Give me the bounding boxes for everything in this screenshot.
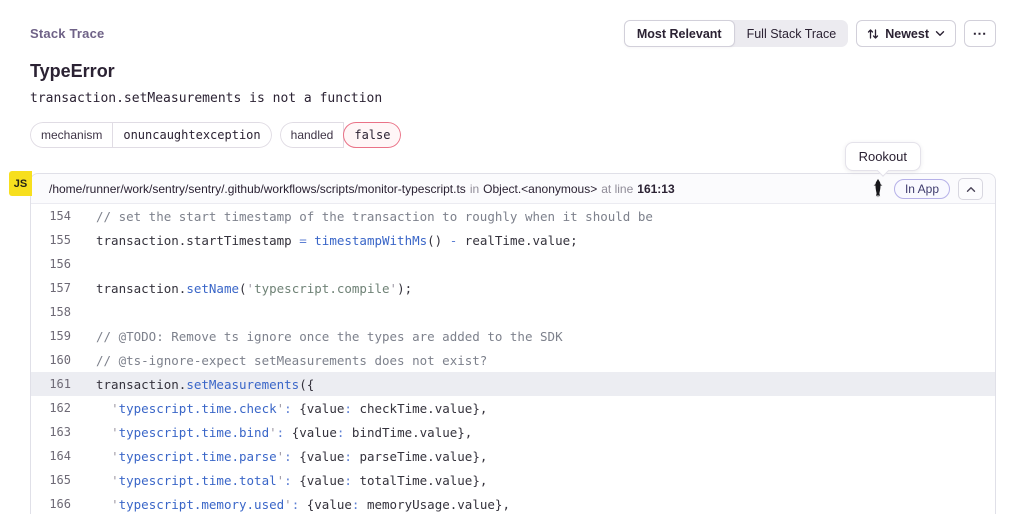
- code-line-active: 161transaction.setMeasurements({: [31, 372, 995, 396]
- sort-newest-button[interactable]: Newest: [856, 20, 956, 47]
- stack-trace-controls: Most Relevant Full Stack Trace Newest: [624, 20, 996, 47]
- code-line: 157transaction.setName('typescript.compi…: [31, 276, 995, 300]
- in-label: in: [470, 182, 479, 196]
- frame-file-path: /home/runner/work/sentry/sentry/.github/…: [49, 182, 466, 196]
- frame-context: Object.<anonymous>: [483, 182, 597, 196]
- more-options-button[interactable]: ⋯: [964, 20, 996, 47]
- tag-value: onuncaughtexception: [113, 122, 271, 148]
- sort-arrows-icon: [867, 28, 879, 40]
- section-title: Stack Trace: [30, 26, 104, 41]
- sort-button-label: Newest: [885, 27, 929, 41]
- code-line: 158: [31, 300, 995, 324]
- section-header: Stack Trace Most Relevant Full Stack Tra…: [30, 0, 996, 47]
- code-text: 'typescript.time.bind': {value: bindTime…: [71, 425, 472, 440]
- code-line: 166 'typescript.memory.used': {value: me…: [31, 492, 995, 514]
- code-text: transaction.setMeasurements({: [71, 377, 314, 392]
- line-number: 160: [31, 353, 71, 367]
- code-line: 159// @TODO: Remove ts ignore once the t…: [31, 324, 995, 348]
- line-number: 162: [31, 401, 71, 415]
- code-line: 154// set the start timestamp of the tra…: [31, 204, 995, 228]
- code-text: 'typescript.time.check': {value: checkTi…: [71, 401, 487, 416]
- line-number: 163: [31, 425, 71, 439]
- frame-line-col: 161:13: [637, 182, 674, 196]
- line-number: 164: [31, 449, 71, 463]
- line-number: 161: [31, 377, 71, 391]
- code-lines: 154// set the start timestamp of the tra…: [31, 204, 995, 514]
- code-line: 162 'typescript.time.check': {value: che…: [31, 396, 995, 420]
- at-line-label: at line: [601, 182, 633, 196]
- code-text: // @ts-ignore-expect setMeasurements doe…: [71, 353, 487, 368]
- code-line: 165 'typescript.time.total': {value: tot…: [31, 468, 995, 492]
- line-number: 158: [31, 305, 71, 319]
- line-number: 165: [31, 473, 71, 487]
- line-number: 155: [31, 233, 71, 247]
- code-text: 'typescript.time.parse': {value: parseTi…: [71, 449, 487, 464]
- line-number: 154: [31, 209, 71, 223]
- tag-mechanism[interactable]: mechanism onuncaughtexception: [30, 122, 272, 148]
- in-app-badge: In App: [894, 179, 950, 199]
- rookout-tooltip: Rookout: [845, 142, 921, 171]
- most-relevant-tab[interactable]: Most Relevant: [624, 20, 735, 47]
- chevron-up-icon: [966, 182, 976, 196]
- code-line: 160// @ts-ignore-expect setMeasurements …: [31, 348, 995, 372]
- chevron-down-icon: [935, 30, 945, 37]
- tag-handled[interactable]: handled false: [280, 122, 402, 148]
- tag-value-error: false: [343, 122, 401, 148]
- code-line: 163 'typescript.time.bind': {value: bind…: [31, 420, 995, 444]
- code-text: // set the start timestamp of the transa…: [71, 209, 653, 224]
- full-stack-trace-tab[interactable]: Full Stack Trace: [735, 20, 849, 47]
- code-text: 'typescript.memory.used': {value: memory…: [71, 497, 510, 512]
- code-text: transaction.setName('typescript.compile'…: [71, 281, 412, 296]
- ellipsis-icon: ⋯: [973, 25, 988, 42]
- stack-view-segmented-control: Most Relevant Full Stack Trace: [624, 20, 848, 47]
- tag-key: handled: [280, 122, 345, 148]
- line-number: 157: [31, 281, 71, 295]
- javascript-platform-icon: JS: [9, 171, 32, 196]
- code-line: 156: [31, 252, 995, 276]
- tag-key: mechanism: [30, 122, 113, 148]
- stack-frame: Rookout JS /home/runner/work/sentry/sent…: [30, 173, 996, 514]
- rookout-debugger-icon[interactable]: [870, 178, 886, 200]
- code-line: 164 'typescript.time.parse': {value: par…: [31, 444, 995, 468]
- code-text: transaction.startTimestamp = timestampWi…: [71, 233, 578, 248]
- rookout-tooltip-label: Rookout: [859, 149, 907, 164]
- code-text: 'typescript.time.total': {value: totalTi…: [71, 473, 487, 488]
- error-message: transaction.setMeasurements is not a fun…: [30, 91, 996, 106]
- line-number: 159: [31, 329, 71, 343]
- code-text: // @TODO: Remove ts ignore once the type…: [71, 329, 563, 344]
- stack-trace-page: Stack Trace Most Relevant Full Stack Tra…: [0, 0, 1026, 514]
- collapse-frame-button[interactable]: [958, 178, 983, 200]
- code-line: 155transaction.startTimestamp = timestam…: [31, 228, 995, 252]
- line-number: 166: [31, 497, 71, 511]
- frame-header[interactable]: /home/runner/work/sentry/sentry/.github/…: [31, 174, 995, 204]
- error-type-title: TypeError: [30, 61, 996, 82]
- line-number: 156: [31, 257, 71, 271]
